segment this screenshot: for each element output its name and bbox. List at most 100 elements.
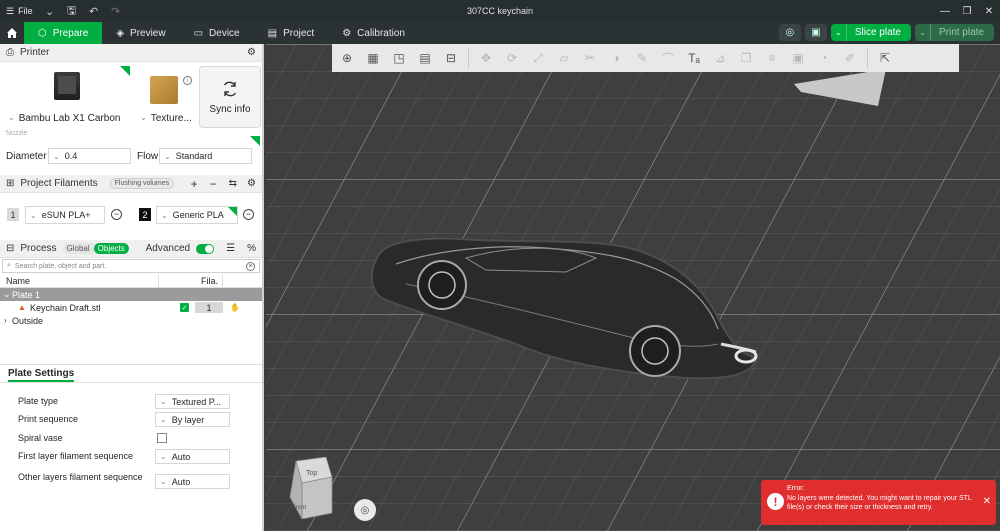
process-section-title: Process xyxy=(20,243,57,254)
restore-icon[interactable]: ❐ xyxy=(956,0,978,22)
remove-filament-1-icon[interactable]: − xyxy=(111,209,122,220)
orient-icon[interactable]: ◳ xyxy=(388,47,410,69)
filament-sync-icon[interactable]: ⇆ xyxy=(229,178,237,189)
chevron-down-icon[interactable]: ⌄ xyxy=(915,24,931,41)
filament-2-name: Generic PLA xyxy=(172,210,224,220)
filament-icon: ⊞ xyxy=(6,178,15,189)
text-tool-icon[interactable]: Tₐ xyxy=(683,47,705,69)
close-window-icon[interactable]: ✕ xyxy=(978,0,1000,22)
diameter-value: 0.4 xyxy=(64,151,78,161)
cut-icon[interactable]: ✂ xyxy=(579,47,601,69)
save-icon[interactable]: 🖫 xyxy=(61,0,83,22)
add-object-icon[interactable]: ⊕ xyxy=(336,47,358,69)
tab-project[interactable]: ▤ Project xyxy=(254,22,329,44)
filament-1-select[interactable]: ⌄ eSUN PLA+ xyxy=(25,206,105,224)
multi-plate-icon[interactable]: ▣ xyxy=(804,24,827,41)
list-icon[interactable]: ☰ xyxy=(226,243,235,254)
advanced-toggle[interactable] xyxy=(196,243,215,254)
undo-icon[interactable]: ↶ xyxy=(83,0,105,22)
export-view-icon[interactable]: ⇱ xyxy=(874,47,896,69)
brim-ears-icon[interactable]: ◔ xyxy=(813,47,835,69)
rotate-icon[interactable]: ⟳ xyxy=(501,47,523,69)
support-paint-icon[interactable]: ✎ xyxy=(631,47,653,69)
filament-paint-icon[interactable]: ✐ xyxy=(839,47,861,69)
slice-all-icon[interactable]: ◎ xyxy=(778,24,801,41)
print-plate-button[interactable]: ⌄ Print plate xyxy=(914,24,994,41)
object-filament-select[interactable]: 1 xyxy=(195,302,223,313)
sync-info-button[interactable]: Sync info xyxy=(199,66,261,128)
info-icon[interactable]: i xyxy=(183,76,192,85)
column-name-header: Name xyxy=(6,276,31,286)
scale-icon[interactable]: ⤢ xyxy=(527,47,549,69)
filament-2-select[interactable]: ⌄ Generic PLA xyxy=(156,206,238,224)
chevron-down-icon: ⌄ xyxy=(8,113,15,122)
seam-paint-icon[interactable]: ⌒ xyxy=(657,47,679,69)
object-settings-icon[interactable]: ✋ xyxy=(230,303,240,312)
process-scope-toggle[interactable]: Global Objects xyxy=(62,243,129,254)
outside-row[interactable]: › Outside xyxy=(0,314,262,327)
tab-calibration[interactable]: ⚙ Calibration xyxy=(328,22,419,44)
main-tab-bar: ⬡ Prepare ◈ Preview ▭ Device ▤ Project ⚙… xyxy=(0,22,1000,44)
chevron-down-icon[interactable]: ⌄ xyxy=(831,24,847,41)
chevron-down-icon: ⌄ xyxy=(30,210,37,220)
plate-settings-title: Plate Settings xyxy=(8,368,75,382)
plate-settings-tab[interactable]: Plate Settings xyxy=(0,367,262,382)
print-sequence-select[interactable]: ⌄ By layer xyxy=(155,412,230,427)
chevron-down-icon[interactable]: ⌄ xyxy=(3,289,11,300)
other-layers-sequence-select[interactable]: ⌄ Auto xyxy=(155,474,230,489)
slice-view-icon[interactable]: ▣ xyxy=(787,47,809,69)
compare-icon[interactable]: % xyxy=(247,243,256,254)
tab-device-label: Device xyxy=(209,27,240,39)
first-layer-sequence-select[interactable]: ⌄ Auto xyxy=(155,449,230,464)
object-search-input[interactable]: ⌕ Search plate, object and part. × xyxy=(2,259,260,273)
flushing-volumes-button[interactable]: Flushing volumes xyxy=(109,178,175,189)
tab-device[interactable]: ▭ Device xyxy=(180,22,254,44)
arrange-grid-icon[interactable]: ▦ xyxy=(362,47,384,69)
remove-filament-2-icon[interactable]: − xyxy=(243,209,254,220)
plate-layout-icon[interactable]: ▤ xyxy=(414,47,436,69)
navigation-cube[interactable]: Top Front xyxy=(286,456,336,521)
objects-option[interactable]: Objects xyxy=(93,243,129,254)
gear-icon[interactable]: ⚙ xyxy=(247,178,256,189)
assembly-icon[interactable]: ❒ xyxy=(735,47,757,69)
tab-preview[interactable]: ◈ Preview xyxy=(102,22,179,44)
close-icon[interactable]: ✕ xyxy=(983,496,991,507)
printer-selector[interactable]: ⌄ Bambu Lab X1 Carbon xyxy=(4,66,130,128)
measure-icon[interactable]: ⊿ xyxy=(709,47,731,69)
plate-type-selector[interactable]: i ⌄ Texture... xyxy=(136,66,196,128)
add-filament-icon[interactable]: + xyxy=(191,177,198,191)
clear-search-icon[interactable]: × xyxy=(246,261,255,271)
chevron-down-icon[interactable]: ⌄ xyxy=(39,0,61,22)
minimize-icon[interactable]: — xyxy=(934,0,956,22)
diameter-select[interactable]: ⌄ 0.4 xyxy=(48,148,131,164)
cube-icon: ⬡ xyxy=(38,27,47,39)
mesh-boolean-icon[interactable]: ◑ xyxy=(605,47,627,69)
file-menu[interactable]: ☰ File xyxy=(0,0,39,22)
camera-view-icon[interactable]: ◎ xyxy=(354,499,376,521)
object-visible-checkbox[interactable]: ✓ xyxy=(180,303,189,312)
plate-row[interactable]: ⌄ Plate 1 xyxy=(0,288,262,301)
tab-preview-label: Preview xyxy=(130,27,166,39)
object-row[interactable]: ▲ Keychain Draft.stl ✓ 1 ✋ xyxy=(0,301,262,314)
plate-type-select[interactable]: ⌄ Textured P... xyxy=(155,394,230,409)
move-icon[interactable]: ✥ xyxy=(475,47,497,69)
redo-icon[interactable]: ↷ xyxy=(105,0,127,22)
gear-icon[interactable]: ⚙ xyxy=(247,47,256,58)
error-title: Error: xyxy=(787,485,805,492)
lay-on-face-icon[interactable]: ▱ xyxy=(553,47,575,69)
variable-layer-icon[interactable]: ≡ xyxy=(761,47,783,69)
tab-project-label: Project xyxy=(283,27,315,39)
slice-plate-button[interactable]: ⌄ Slice plate xyxy=(830,24,911,41)
window-title: 307CC keychain xyxy=(466,6,534,16)
spiral-vase-checkbox[interactable] xyxy=(157,433,167,443)
split-view-icon[interactable]: ⊟ xyxy=(440,47,462,69)
first-layer-sequence-label: First layer filament sequence xyxy=(18,451,134,461)
remove-filament-icon[interactable]: − xyxy=(210,177,217,191)
chevron-right-icon[interactable]: › xyxy=(4,316,7,325)
plate-type-name: Texture... xyxy=(150,113,192,124)
3d-viewport[interactable]: ⊕ ▦ ◳ ▤ ⊟ ✥ ⟳ ⤢ ▱ ✂ ◑ ✎ ⌒ Tₐ ⊿ ❒ ≡ ▣ ◔ ✐… xyxy=(266,44,1000,531)
global-option[interactable]: Global xyxy=(63,243,94,254)
home-icon[interactable] xyxy=(0,22,24,44)
flow-select[interactable]: ⌄ Standard xyxy=(159,148,252,164)
tab-prepare[interactable]: ⬡ Prepare xyxy=(24,22,103,44)
